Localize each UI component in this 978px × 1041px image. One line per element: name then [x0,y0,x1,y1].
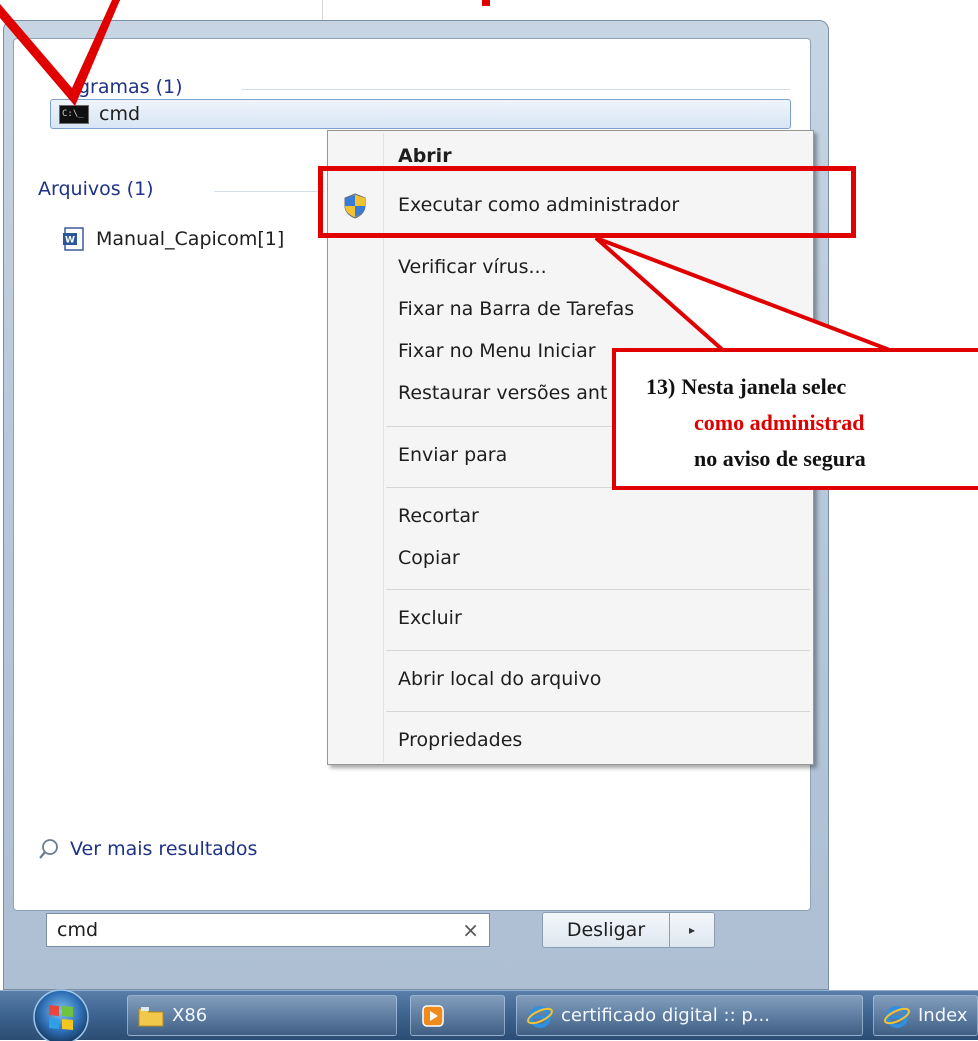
callout-pointer [594,236,896,354]
annotation-top-marker [482,0,490,6]
taskbar: X86 certificado digital :: p... Index [0,989,978,1041]
annotation-arrow-top-left [0,0,120,106]
taskbar-item-label: Index [918,1005,968,1026]
taskbar-item-index[interactable]: Index [873,995,978,1036]
taskbar-item-certificado[interactable]: certificado digital :: p... [516,995,863,1036]
media-player-icon [422,1004,444,1027]
taskbar-item-label: certificado digital :: p... [561,1005,770,1026]
folder-icon [138,1006,164,1026]
internet-explorer-icon [527,1005,553,1028]
annotation-arrows [0,0,896,354]
taskbar-item-label: X86 [172,1005,208,1026]
internet-explorer-icon [884,1005,910,1028]
taskbar-item-media-player[interactable] [410,995,505,1036]
run-as-admin-highlight [318,166,856,238]
callout-line-1: Nesta janela selec [681,374,847,399]
callout-step-number: 13) [646,374,676,399]
start-orb-icon[interactable] [22,989,100,1041]
callout-line-2: como administrad [694,410,865,435]
callout-line-3: no aviso de segura [694,446,866,471]
taskbar-item-x86[interactable]: X86 [127,995,397,1036]
instruction-callout: 13) Nesta janela selec como administrad n… [612,348,978,490]
